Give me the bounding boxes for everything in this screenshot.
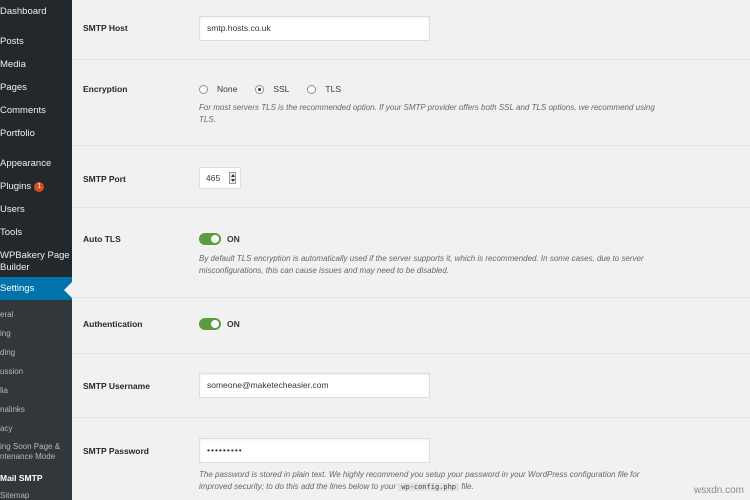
authentication-toggle[interactable]: ON <box>199 318 240 330</box>
auto-tls-row: Auto TLS ON By default TLS encryption is… <box>72 208 750 298</box>
menu-comments[interactable]: Comments <box>0 105 72 117</box>
authentication-label: Authentication <box>83 319 143 329</box>
submenu-media[interactable]: lia <box>0 386 8 396</box>
encryption-tls-label[interactable]: TLS <box>325 84 341 94</box>
submenu-writing[interactable]: ing <box>0 329 11 339</box>
auto-tls-toggle[interactable]: ON <box>199 233 240 245</box>
auto-tls-description: By default TLS encryption is automatical… <box>199 254 644 275</box>
menu-dashboard[interactable]: Dashboard <box>0 6 72 18</box>
number-spinner-icon[interactable] <box>229 172 236 184</box>
wp-config-code: wp-config.php <box>398 483 460 491</box>
encryption-ssl-label[interactable]: SSL <box>273 84 289 94</box>
plugins-update-badge: 1 <box>34 182 45 192</box>
smtp-username-row: SMTP Username someone@maketecheasier.com <box>72 354 750 418</box>
submenu-discussion[interactable]: ussion <box>0 367 23 377</box>
submenu-wp-mail-smtp[interactable]: Mail SMTP <box>0 473 43 483</box>
encryption-description: For most servers TLS is the recommended … <box>199 103 655 124</box>
encryption-none-label[interactable]: None <box>217 84 237 94</box>
menu-tools[interactable]: Tools <box>0 227 72 239</box>
menu-wpbakery[interactable]: WPBakery Page Builder <box>0 250 72 274</box>
menu-appearance[interactable]: Appearance <box>0 158 72 170</box>
active-menu-arrow-icon <box>64 282 72 298</box>
smtp-password-row: SMTP Password ••••••••• The password is … <box>72 418 750 500</box>
smtp-username-label: SMTP Username <box>83 381 150 391</box>
menu-users[interactable]: Users <box>0 204 72 216</box>
smtp-host-input[interactable]: smtp.hosts.co.uk <box>199 16 430 41</box>
smtp-port-row: SMTP Port 465 <box>72 146 750 208</box>
smtp-password-label: SMTP Password <box>83 446 149 456</box>
smtp-host-label: SMTP Host <box>83 23 128 33</box>
smtp-port-input[interactable]: 465 <box>199 167 241 189</box>
menu-settings[interactable]: Settings <box>0 277 72 302</box>
encryption-none-radio[interactable] <box>199 84 208 94</box>
smtp-username-input[interactable]: someone@maketecheasier.com <box>199 373 430 398</box>
menu-media[interactable]: Media <box>0 59 72 71</box>
smtp-host-row: SMTP Host smtp.hosts.co.uk <box>72 0 750 60</box>
smtp-port-label: SMTP Port <box>83 174 126 184</box>
encryption-tls-radio[interactable] <box>307 84 317 94</box>
admin-sidebar: Dashboard Posts Media Pages Comments Por… <box>0 0 72 500</box>
submenu-general[interactable]: eral <box>0 310 13 320</box>
smtp-password-input[interactable]: ••••••••• <box>199 438 430 463</box>
submenu-sitemap[interactable]: Sitemap <box>0 491 29 500</box>
encryption-ssl-radio[interactable] <box>255 84 265 94</box>
authentication-row: Authentication ON <box>72 298 750 354</box>
settings-submenu: eral ing ding ussion lia nalinks acy ing… <box>0 300 72 500</box>
encryption-options: None SSL TLS <box>199 84 359 94</box>
submenu-reading[interactable]: ding <box>0 348 15 358</box>
menu-plugins[interactable]: Plugins 1 <box>0 181 72 193</box>
watermark: wsxdn.com <box>693 485 744 496</box>
submenu-privacy[interactable]: acy <box>0 424 12 434</box>
toggle-switch-icon[interactable] <box>199 233 221 245</box>
menu-pages[interactable]: Pages <box>0 82 72 94</box>
settings-content: SMTP Host smtp.hosts.co.uk Encryption No… <box>72 0 750 500</box>
smtp-password-description: The password is stored in plain text. We… <box>199 470 640 491</box>
menu-portfolio[interactable]: Portfolio <box>0 128 72 140</box>
submenu-coming-soon[interactable]: ing Soon Page & ntenance Mode <box>0 442 60 462</box>
menu-posts[interactable]: Posts <box>0 36 72 48</box>
submenu-permalinks[interactable]: nalinks <box>0 405 25 415</box>
encryption-label: Encryption <box>83 84 128 94</box>
encryption-row: Encryption None SSL TLS For most servers… <box>72 60 750 146</box>
toggle-switch-icon[interactable] <box>199 318 221 330</box>
auto-tls-label: Auto TLS <box>83 234 121 244</box>
